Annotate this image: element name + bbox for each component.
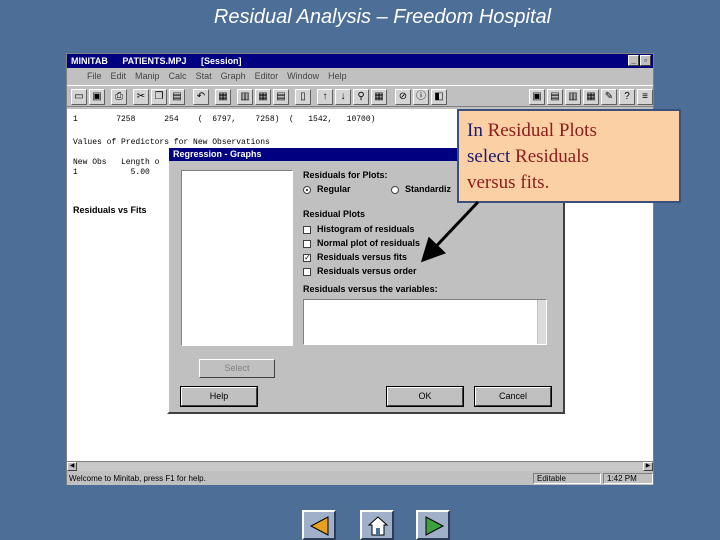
previous-slide-button[interactable] (302, 510, 336, 540)
menu-window[interactable]: Window (287, 68, 319, 84)
open-icon[interactable]: ▭ (71, 89, 87, 105)
undo-icon[interactable]: ↶ (193, 89, 209, 105)
residual-plots-label: Residual Plots (303, 209, 366, 219)
list-icon[interactable]: ≡ (637, 89, 653, 105)
status-message: Welcome to Minitab, press F1 for help. (69, 474, 206, 483)
residuals-vs-variables-input[interactable] (303, 299, 547, 345)
print-icon[interactable]: ⎙ (111, 89, 127, 105)
restore-button[interactable]: ▫ (640, 55, 651, 66)
callout-highlight: Residuals (515, 146, 589, 167)
window-titlebar: MINITAB PATIENTS.MPJ [Session] _ ▫ (67, 54, 653, 68)
graph-folder-icon[interactable]: ▥ (565, 89, 581, 105)
scroll-right-icon[interactable]: ▶ (643, 462, 653, 471)
column-icon[interactable]: ▯ (295, 89, 311, 105)
session-line: 1 5.00 (73, 168, 150, 177)
residuals-vs-order-checkbox[interactable] (303, 268, 311, 276)
instruction-callout: In Residual Plots select Residuals versu… (457, 109, 681, 203)
normal-plot-checkbox[interactable] (303, 240, 311, 248)
pane-name: [Session] (201, 56, 242, 66)
status-bar: Welcome to Minitab, press F1 for help. E… (67, 472, 653, 485)
file-name: PATIENTS.MPJ (122, 56, 187, 66)
radio-standardized-label: Standardiz (405, 184, 452, 194)
slide-title: Residual Analysis – Freedom Hospital (213, 6, 552, 28)
menu-editor[interactable]: Editor (255, 68, 279, 84)
paste-icon[interactable]: ▤ (169, 89, 185, 105)
normal-plot-label: Normal plot of residuals (317, 238, 421, 248)
help-question-icon[interactable]: ? (619, 89, 635, 105)
grid-small-icon[interactable]: ▦ (371, 89, 387, 105)
project-icon[interactable]: ▣ (529, 89, 545, 105)
menu-bar: File Edit Manip Calc Stat Graph Editor W… (67, 68, 653, 84)
help-button[interactable]: Help (180, 386, 258, 407)
grid-icon[interactable]: ▦ (255, 89, 271, 105)
horizontal-scrollbar[interactable]: ◀ ▶ (67, 461, 653, 471)
down-arrow-icon[interactable]: ↓ (335, 89, 351, 105)
vertical-scrollbar[interactable] (537, 300, 546, 344)
residuals-vs-fits-checkbox[interactable]: ✓ (303, 254, 311, 262)
session-line: New Obs Length o (73, 158, 160, 167)
session-line: 1 7258 254 ( 6797, 7258) ( 1542, 10700) (73, 115, 376, 124)
callout-text: In (467, 120, 488, 141)
status-time: 1:42 PM (603, 473, 653, 484)
cancel-icon[interactable]: ⊘ (395, 89, 411, 105)
history-icon[interactable]: ▤ (547, 89, 563, 105)
report-icon[interactable]: ▦ (583, 89, 599, 105)
menu-help[interactable]: Help (328, 68, 347, 84)
minimize-button[interactable]: _ (628, 55, 639, 66)
radio-regular[interactable] (303, 186, 311, 194)
radio-regular-label: Regular (317, 184, 351, 194)
home-button[interactable] (360, 510, 394, 540)
session-heading: Residuals vs Fits (73, 205, 147, 215)
callout-highlight: Residual Plots (487, 120, 597, 141)
copy-icon[interactable]: ❐ (151, 89, 167, 105)
toolbar: ▭ ▣ ⎙ ✂ ❐ ▤ ↶ ▦ ▥ ▦ ▤ ▯ ↑ ↓ ⚲ ▦ ⊘ ⓘ ◧ ▣ … (67, 85, 653, 107)
histogram-checkbox[interactable] (303, 226, 311, 234)
residuals-vs-fits-label: Residuals versus fits (317, 252, 408, 262)
residuals-for-plots-label: Residuals for Plots: (303, 170, 388, 180)
residuals-vs-variables-label: Residuals versus the variables: (303, 284, 438, 294)
callout-highlight: versus fits. (467, 172, 550, 193)
find-icon[interactable]: ⚲ (353, 89, 369, 105)
scroll-left-icon[interactable]: ◀ (67, 462, 77, 471)
graph-icon[interactable]: ◧ (431, 89, 447, 105)
next-slide-button[interactable] (416, 510, 450, 540)
histogram-label: Histogram of residuals (317, 224, 415, 234)
menu-stat[interactable]: Stat (196, 68, 212, 84)
cut-icon[interactable]: ✂ (133, 89, 149, 105)
table-icon[interactable]: ▤ (273, 89, 289, 105)
select-button[interactable]: Select (199, 359, 275, 378)
menu-edit[interactable]: Edit (111, 68, 127, 84)
ok-button[interactable]: OK (386, 386, 464, 407)
status-mode: Editable (533, 473, 601, 484)
cancel-button[interactable]: Cancel (474, 386, 552, 407)
save-icon[interactable]: ▣ (89, 89, 105, 105)
radio-standardized[interactable] (391, 186, 399, 194)
note-icon[interactable]: ✎ (601, 89, 617, 105)
session-icon[interactable]: ▦ (215, 89, 231, 105)
info-icon[interactable]: ⓘ (413, 89, 429, 105)
residuals-vs-order-label: Residuals versus order (317, 266, 417, 276)
callout-text: select (467, 146, 516, 167)
worksheet-icon[interactable]: ▥ (237, 89, 253, 105)
menu-graph[interactable]: Graph (221, 68, 246, 84)
variable-list[interactable] (181, 170, 293, 346)
menu-manip[interactable]: Manip (135, 68, 160, 84)
app-name: MINITAB (71, 56, 108, 66)
menu-file[interactable]: File (87, 68, 102, 84)
up-arrow-icon[interactable]: ↑ (317, 89, 333, 105)
menu-calc[interactable]: Calc (169, 68, 187, 84)
